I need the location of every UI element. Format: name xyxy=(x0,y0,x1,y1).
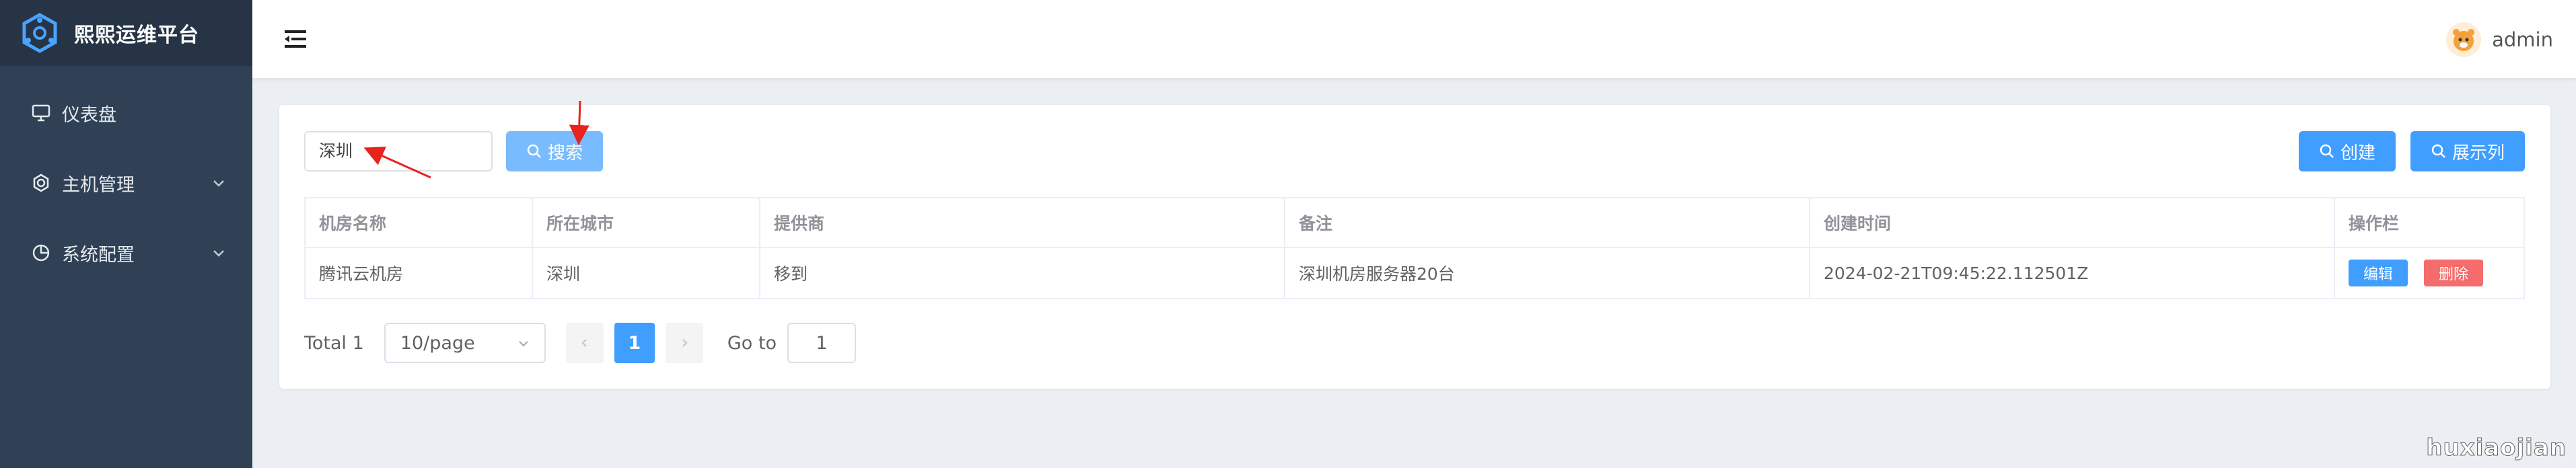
chevron-right-icon xyxy=(682,339,688,347)
username: admin xyxy=(2492,28,2553,51)
sidebar-item-system-config[interactable]: 系统配置 xyxy=(0,218,252,288)
table-header-row: 机房名称 所在城市 提供商 备注 创建时间 操作栏 xyxy=(306,198,2524,248)
sidebar: 熙熙运维平台 仪表盘 主机管理 系统配置 xyxy=(0,0,252,468)
cell-actions: 编辑 删除 xyxy=(2335,248,2524,298)
sidebar-item-label: 仪表盘 xyxy=(62,104,116,126)
cell-provider: 移到 xyxy=(760,248,1285,298)
chevron-down-icon xyxy=(211,175,227,191)
page-number-active[interactable]: 1 xyxy=(614,323,655,363)
prev-page-button[interactable] xyxy=(565,323,604,363)
sidebar-item-dashboard[interactable]: 仪表盘 xyxy=(0,78,252,148)
sidebar-item-label: 系统配置 xyxy=(62,244,135,266)
goto-page-input[interactable]: 1 xyxy=(787,323,856,363)
search-icon xyxy=(2320,144,2334,158)
column-header: 提供商 xyxy=(760,198,1285,247)
chevron-left-icon xyxy=(581,339,587,347)
top-navbar: admin xyxy=(252,0,2576,78)
create-button[interactable]: 创建 xyxy=(2299,131,2396,171)
monitor-icon xyxy=(30,102,52,124)
watermark: huxiaojian xyxy=(2426,434,2567,462)
cell-room-name: 腾讯云机房 xyxy=(306,248,533,298)
brand[interactable]: 熙熙运维平台 xyxy=(0,0,252,66)
show-columns-button-label: 展示列 xyxy=(2452,143,2505,163)
delete-button[interactable]: 删除 xyxy=(2424,260,2483,286)
hamburger-menu-icon[interactable] xyxy=(282,26,309,52)
logo-icon xyxy=(19,12,61,54)
show-columns-button[interactable]: 展示列 xyxy=(2410,131,2525,171)
cell-city: 深圳 xyxy=(533,248,760,298)
sidebar-item-host-management[interactable]: 主机管理 xyxy=(0,148,252,218)
search-icon xyxy=(2431,144,2445,158)
page-size-value: 10/page xyxy=(400,332,475,354)
chevron-down-icon xyxy=(211,245,227,261)
table-row: 腾讯云机房 深圳 移到 深圳机房服务器20台 2024-02-21T09:45:… xyxy=(306,248,2524,298)
search-icon xyxy=(527,144,541,158)
cell-note: 深圳机房服务器20台 xyxy=(1285,248,1810,298)
total-count: Total 1 xyxy=(304,332,364,354)
sidebar-item-label: 主机管理 xyxy=(62,174,135,196)
column-header: 机房名称 xyxy=(306,198,533,247)
column-header: 备注 xyxy=(1285,198,1810,247)
goto-label: Go to xyxy=(727,332,777,354)
chevron-down-icon xyxy=(519,341,528,347)
next-page-button[interactable] xyxy=(665,323,703,363)
gear-icon xyxy=(30,171,52,194)
user-menu[interactable]: admin xyxy=(2446,22,2553,58)
column-header: 操作栏 xyxy=(2349,214,2400,233)
search-button-label: 搜索 xyxy=(547,143,583,163)
pie-chart-icon xyxy=(30,241,52,264)
pagination: Total 1 10/page 1 Go to 1 xyxy=(304,323,856,363)
search-input[interactable]: 深圳 xyxy=(304,131,493,171)
search-button[interactable]: 搜索 xyxy=(506,131,603,171)
column-header: 所在城市 xyxy=(533,198,760,247)
cell-created-time: 2024-02-21T09:45:22.112501Z xyxy=(1810,248,2335,298)
create-button-label: 创建 xyxy=(2340,143,2375,163)
data-table: 机房名称 所在城市 提供商 备注 创建时间 操作栏 腾讯云机房 深圳 移到 深圳… xyxy=(304,197,2525,299)
app-title: 熙熙运维平台 xyxy=(74,24,199,47)
avatar xyxy=(2446,22,2482,57)
page-size-select[interactable]: 10/page xyxy=(384,323,546,363)
edit-button[interactable]: 编辑 xyxy=(2349,260,2408,286)
column-header: 创建时间 xyxy=(1810,198,2335,247)
